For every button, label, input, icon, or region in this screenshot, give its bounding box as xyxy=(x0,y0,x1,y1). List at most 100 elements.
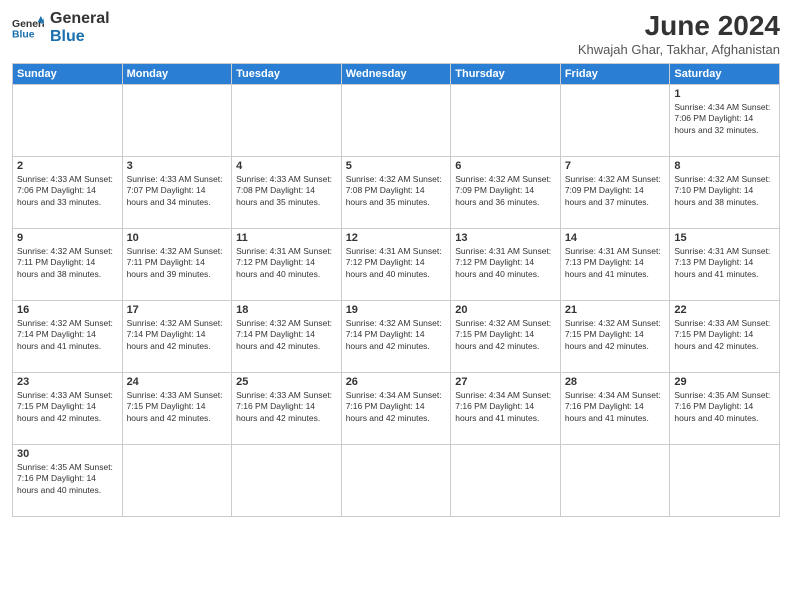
day-number: 1 xyxy=(674,88,775,100)
svg-text:Blue: Blue xyxy=(12,30,35,40)
table-row: 4Sunrise: 4:33 AM Sunset: 7:08 PM Daylig… xyxy=(232,157,342,229)
col-thursday: Thursday xyxy=(451,64,561,85)
table-row: 27Sunrise: 4:34 AM Sunset: 7:16 PM Dayli… xyxy=(451,373,561,445)
day-info: Sunrise: 4:32 AM Sunset: 7:08 PM Dayligh… xyxy=(346,174,447,208)
table-row: 10Sunrise: 4:32 AM Sunset: 7:11 PM Dayli… xyxy=(122,229,232,301)
col-friday: Friday xyxy=(560,64,670,85)
day-number: 22 xyxy=(674,304,775,316)
table-row: 5 Sunrise: 4:32 AM Sunset: 7:08 PM Daylig… xyxy=(341,157,451,229)
day-info: Sunrise: 4:35 AM Sunset: 7:16 PM Dayligh… xyxy=(17,462,118,496)
day-number: 20 xyxy=(455,304,556,316)
table-row xyxy=(122,445,232,517)
day-info: Sunrise: 4:31 AM Sunset: 7:13 PM Dayligh… xyxy=(565,246,666,280)
table-row: 15 Sunrise: 4:31 AM Sunset: 7:13 PM Dayli… xyxy=(670,229,780,301)
table-row xyxy=(232,85,342,157)
calendar-table: Sunday Monday Tuesday Wednesday Thursday… xyxy=(12,63,780,517)
table-row: 13Sunrise: 4:31 AM Sunset: 7:12 PM Dayli… xyxy=(451,229,561,301)
day-number: 29 xyxy=(674,376,775,388)
day-info: Sunrise: 4:32 AM Sunset: 7:15 PM Dayligh… xyxy=(565,318,666,352)
generalblue-logo-icon: General Blue xyxy=(12,16,44,40)
table-row: 22 Sunrise: 4:33 AM Sunset: 7:15 PM Dayli… xyxy=(670,301,780,373)
table-row: 21 Sunrise: 4:32 AM Sunset: 7:15 PM Dayli… xyxy=(560,301,670,373)
day-number: 8 xyxy=(674,160,775,172)
calendar-title: June 2024 xyxy=(578,10,780,42)
logo-blue: Blue xyxy=(50,28,110,46)
calendar-header-row: Sunday Monday Tuesday Wednesday Thursday… xyxy=(13,64,780,85)
table-row: 23 Sunrise: 4:33 AM Sunset: 7:15 PM Dayli… xyxy=(13,373,123,445)
day-number: 2 xyxy=(17,160,118,172)
day-info: Sunrise: 4:35 AM Sunset: 7:16 PM Dayligh… xyxy=(674,390,775,424)
col-sunday: Sunday xyxy=(13,64,123,85)
day-info: Sunrise: 4:33 AM Sunset: 7:06 PM Dayligh… xyxy=(17,174,118,208)
day-info: Sunrise: 4:33 AM Sunset: 7:07 PM Dayligh… xyxy=(127,174,228,208)
table-row: 11Sunrise: 4:31 AM Sunset: 7:12 PM Dayli… xyxy=(232,229,342,301)
table-row xyxy=(560,85,670,157)
day-info: Sunrise: 4:33 AM Sunset: 7:08 PM Dayligh… xyxy=(236,174,337,208)
table-row: 17Sunrise: 4:32 AM Sunset: 7:14 PM Dayli… xyxy=(122,301,232,373)
day-info: Sunrise: 4:33 AM Sunset: 7:15 PM Dayligh… xyxy=(127,390,228,424)
day-info: Sunrise: 4:33 AM Sunset: 7:16 PM Dayligh… xyxy=(236,390,337,424)
day-number: 5 xyxy=(346,160,447,172)
calendar-subtitle: Khwajah Ghar, Takhar, Afghanistan xyxy=(578,42,780,57)
calendar-week-row: 1 Sunrise: 4:34 AM Sunset: 7:06 PM Daylig… xyxy=(13,85,780,157)
calendar-week-row: 16Sunrise: 4:32 AM Sunset: 7:14 PM Dayli… xyxy=(13,301,780,373)
day-info: Sunrise: 4:32 AM Sunset: 7:09 PM Dayligh… xyxy=(455,174,556,208)
calendar-week-row: 2 Sunrise: 4:33 AM Sunset: 7:06 PM Daylig… xyxy=(13,157,780,229)
day-number: 23 xyxy=(17,376,118,388)
col-monday: Monday xyxy=(122,64,232,85)
day-number: 11 xyxy=(236,232,337,244)
day-number: 26 xyxy=(346,376,447,388)
day-number: 9 xyxy=(17,232,118,244)
logo-general: General xyxy=(50,10,110,28)
day-number: 24 xyxy=(127,376,228,388)
day-info: Sunrise: 4:32 AM Sunset: 7:09 PM Dayligh… xyxy=(565,174,666,208)
col-saturday: Saturday xyxy=(670,64,780,85)
table-row xyxy=(13,85,123,157)
day-info: Sunrise: 4:33 AM Sunset: 7:15 PM Dayligh… xyxy=(674,318,775,352)
day-info: Sunrise: 4:32 AM Sunset: 7:15 PM Dayligh… xyxy=(455,318,556,352)
table-row xyxy=(451,85,561,157)
day-number: 21 xyxy=(565,304,666,316)
table-row: 2 Sunrise: 4:33 AM Sunset: 7:06 PM Daylig… xyxy=(13,157,123,229)
day-number: 16 xyxy=(17,304,118,316)
day-info: Sunrise: 4:31 AM Sunset: 7:12 PM Dayligh… xyxy=(455,246,556,280)
col-tuesday: Tuesday xyxy=(232,64,342,85)
day-number: 3 xyxy=(127,160,228,172)
table-row: 8Sunrise: 4:32 AM Sunset: 7:10 PM Daylig… xyxy=(670,157,780,229)
day-info: Sunrise: 4:31 AM Sunset: 7:12 PM Dayligh… xyxy=(346,246,447,280)
table-row: 16Sunrise: 4:32 AM Sunset: 7:14 PM Dayli… xyxy=(13,301,123,373)
table-row: 25 Sunrise: 4:33 AM Sunset: 7:16 PM Dayli… xyxy=(232,373,342,445)
table-row: 18Sunrise: 4:32 AM Sunset: 7:14 PM Dayli… xyxy=(232,301,342,373)
table-row xyxy=(232,445,342,517)
day-info: Sunrise: 4:31 AM Sunset: 7:13 PM Dayligh… xyxy=(674,246,775,280)
col-wednesday: Wednesday xyxy=(341,64,451,85)
day-number: 17 xyxy=(127,304,228,316)
calendar-week-row: 30 Sunrise: 4:35 AM Sunset: 7:16 PM Dayli… xyxy=(13,445,780,517)
table-row: 28Sunrise: 4:34 AM Sunset: 7:16 PM Dayli… xyxy=(560,373,670,445)
table-row: 12 Sunrise: 4:31 AM Sunset: 7:12 PM Dayli… xyxy=(341,229,451,301)
day-number: 15 xyxy=(674,232,775,244)
table-row xyxy=(122,85,232,157)
table-row xyxy=(341,445,451,517)
day-number: 30 xyxy=(17,448,118,460)
table-row: 7 Sunrise: 4:32 AM Sunset: 7:09 PM Daylig… xyxy=(560,157,670,229)
table-row xyxy=(670,445,780,517)
table-row: 20 Sunrise: 4:32 AM Sunset: 7:15 PM Dayli… xyxy=(451,301,561,373)
calendar-week-row: 23 Sunrise: 4:33 AM Sunset: 7:15 PM Dayli… xyxy=(13,373,780,445)
day-info: Sunrise: 4:33 AM Sunset: 7:15 PM Dayligh… xyxy=(17,390,118,424)
header: General Blue General Blue June 2024 Khwa… xyxy=(12,10,780,57)
calendar-week-row: 9 Sunrise: 4:32 AM Sunset: 7:11 PM Daylig… xyxy=(13,229,780,301)
day-number: 12 xyxy=(346,232,447,244)
day-info: Sunrise: 4:34 AM Sunset: 7:16 PM Dayligh… xyxy=(346,390,447,424)
table-row: 26 Sunrise: 4:34 AM Sunset: 7:16 PM Dayli… xyxy=(341,373,451,445)
day-number: 7 xyxy=(565,160,666,172)
day-number: 19 xyxy=(346,304,447,316)
day-info: Sunrise: 4:32 AM Sunset: 7:11 PM Dayligh… xyxy=(127,246,228,280)
table-row xyxy=(560,445,670,517)
table-row: 3 Sunrise: 4:33 AM Sunset: 7:07 PM Daylig… xyxy=(122,157,232,229)
day-info: Sunrise: 4:34 AM Sunset: 7:16 PM Dayligh… xyxy=(565,390,666,424)
table-row: 19Sunrise: 4:32 AM Sunset: 7:14 PM Dayli… xyxy=(341,301,451,373)
day-number: 25 xyxy=(236,376,337,388)
day-info: Sunrise: 4:34 AM Sunset: 7:06 PM Dayligh… xyxy=(674,102,775,136)
table-row: 6Sunrise: 4:32 AM Sunset: 7:09 PM Daylig… xyxy=(451,157,561,229)
